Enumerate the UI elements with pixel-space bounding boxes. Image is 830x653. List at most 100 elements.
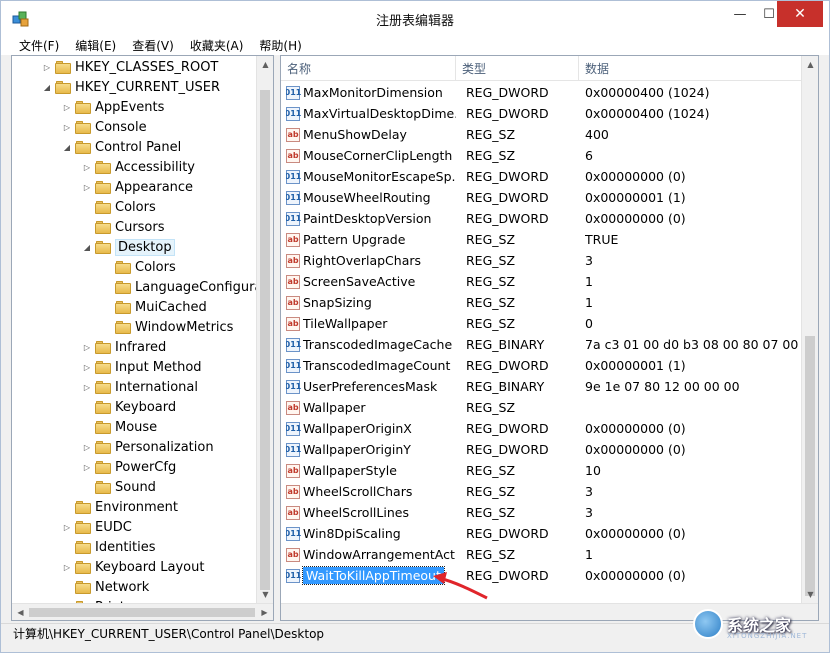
tree-horizontal-scrollbar[interactable]: ◀ ▶	[12, 603, 273, 620]
value-row[interactable]: 011 Win8DpiScaling REG_DWORD 0x00000000 (0)	[281, 523, 802, 544]
scroll-down-arrow-icon[interactable]: ▼	[257, 586, 273, 603]
expand-arrow-icon[interactable]: ▷	[62, 523, 72, 532]
value-row[interactable]: ab Wallpaper REG_SZ	[281, 397, 802, 418]
list-vertical-scroll-thumb[interactable]	[805, 336, 815, 596]
values-list-pane[interactable]: 名称 类型 数据 011 MaxMonitorDimension REG_DWORD…	[280, 55, 819, 621]
value-row[interactable]: ab MouseCornerClipLength REG_SZ 6	[281, 145, 802, 166]
menu-view[interactable]: 查看(V)	[124, 37, 182, 54]
expand-arrow-icon[interactable]: ▷	[82, 183, 92, 192]
tree-item[interactable]: ▷ International	[82, 377, 198, 397]
tree-item[interactable]: ▷ EUDC	[62, 517, 132, 537]
value-data: 0x00000000 (0)	[585, 421, 686, 436]
value-row[interactable]: 011 MaxVirtualDesktopDime... REG_DWORD 0x00…	[281, 103, 802, 124]
tree-item[interactable]: WindowMetrics	[102, 317, 233, 337]
tree-item[interactable]: ▷ Console	[62, 117, 147, 137]
tree-item[interactable]: Environment	[62, 497, 178, 517]
tree-item[interactable]: ▷ Accessibility	[82, 157, 195, 177]
value-name: MaxVirtualDesktopDime...	[303, 106, 456, 121]
value-row[interactable]: ab Pattern Upgrade REG_SZ TRUE	[281, 229, 802, 250]
title-bar[interactable]: 注册表编辑器 — ☐ ✕	[1, 1, 829, 35]
tree-item[interactable]: ◢ Desktop	[82, 237, 175, 257]
expanded-arrow-icon[interactable]: ◢	[42, 83, 52, 92]
value-row[interactable]: ab TileWallpaper REG_SZ 0	[281, 313, 802, 334]
value-row[interactable]: 011 UserPreferencesMask REG_BINARY 9e 1e 07…	[281, 376, 802, 397]
scroll-up-arrow-icon[interactable]: ▲	[802, 56, 818, 73]
expand-arrow-icon[interactable]: ▷	[82, 463, 92, 472]
expand-arrow-icon[interactable]: ▷	[82, 443, 92, 452]
tree-item[interactable]: Sound	[82, 477, 156, 497]
value-row[interactable]: ab SnapSizing REG_SZ 1	[281, 292, 802, 313]
tree-vertical-scroll-thumb[interactable]	[260, 90, 270, 590]
tree-item[interactable]: Colors	[102, 257, 176, 277]
tree-horizontal-scroll-thumb[interactable]	[29, 608, 255, 617]
minimize-button[interactable]: —	[726, 1, 754, 27]
value-row[interactable]: 011 MouseWheelRouting REG_DWORD 0x00000001 …	[281, 187, 802, 208]
tree-item[interactable]: ▷ Input Method	[82, 357, 202, 377]
value-row[interactable]: ab RightOverlapChars REG_SZ 3	[281, 250, 802, 271]
expanded-arrow-icon[interactable]: ◢	[82, 243, 92, 252]
tree-item[interactable]: Identities	[62, 537, 156, 557]
close-button[interactable]: ✕	[777, 1, 823, 27]
tree-item[interactable]: Cursors	[82, 217, 165, 237]
binary-value-icon: 011	[286, 190, 301, 205]
value-row[interactable]: 011 TranscodedImageCache REG_BINARY 7a c3 0…	[281, 334, 802, 355]
expanded-arrow-icon[interactable]: ◢	[62, 143, 72, 152]
scroll-left-arrow-icon[interactable]: ◀	[12, 604, 29, 620]
expand-arrow-icon[interactable]: ▷	[62, 123, 72, 132]
value-row[interactable]: ab WallpaperStyle REG_SZ 10	[281, 460, 802, 481]
value-row[interactable]: ab MenuShowDelay REG_SZ 400	[281, 124, 802, 145]
expand-arrow-icon[interactable]: ▷	[62, 563, 72, 572]
folder-icon	[95, 200, 111, 214]
expand-arrow-icon[interactable]: ▷	[82, 383, 92, 392]
tree-item[interactable]: ▷ Keyboard Layout	[62, 557, 205, 577]
menu-file[interactable]: 文件(F)	[11, 37, 67, 54]
value-row[interactable]: 011 MaxMonitorDimension REG_DWORD 0x0000040…	[281, 82, 802, 103]
value-row[interactable]: 011 MouseMonitorEscapeSp... REG_DWORD 0x000…	[281, 166, 802, 187]
tree-item[interactable]: Keyboard	[82, 397, 176, 417]
tree-item[interactable]: Network	[62, 577, 149, 597]
menu-help[interactable]: 帮助(H)	[251, 37, 309, 54]
value-row[interactable]: ab WindowArrangementActi... REG_SZ 1	[281, 544, 802, 565]
value-row[interactable]: 011 WallpaperOriginX REG_DWORD 0x00000000 (…	[281, 418, 802, 439]
tree-item[interactable]: ▷ Infrared	[82, 337, 166, 357]
scroll-up-arrow-icon[interactable]: ▲	[257, 56, 273, 73]
expand-arrow-icon[interactable]: ▷	[82, 163, 92, 172]
tree-item[interactable]: ▷ PowerCfg	[82, 457, 176, 477]
value-row[interactable]: 011 PaintDesktopVersion REG_DWORD 0x0000000…	[281, 208, 802, 229]
value-name-cell: 011 WallpaperOriginY	[286, 439, 456, 460]
scroll-down-arrow-icon[interactable]: ▼	[802, 586, 818, 603]
expand-arrow-icon[interactable]: ▷	[82, 343, 92, 352]
expand-arrow-icon[interactable]: ▷	[62, 103, 72, 112]
menu-edit[interactable]: 编辑(E)	[67, 37, 124, 54]
tree-item[interactable]: ▷ HKEY_CLASSES_ROOT	[42, 57, 218, 77]
value-row[interactable]: 011 WaitToKillAppTimeout REG_DWORD 0x000000…	[281, 565, 802, 586]
column-type-header[interactable]: 类型	[456, 56, 579, 81]
column-data-header[interactable]: 数据	[579, 56, 802, 81]
value-name-cell: 011 MouseWheelRouting	[286, 187, 456, 208]
menu-favorites[interactable]: 收藏夹(A)	[182, 37, 252, 54]
folder-icon	[95, 360, 111, 374]
value-row[interactable]: ab WheelScrollLines REG_SZ 3	[281, 502, 802, 523]
tree-item[interactable]: ▷ Personalization	[82, 437, 214, 457]
tree-item[interactable]: ▷ Appearance	[82, 177, 193, 197]
tree-vertical-scrollbar[interactable]: ▲ ▼	[256, 56, 273, 603]
tree-item[interactable]: Mouse	[82, 417, 157, 437]
scroll-right-arrow-icon[interactable]: ▶	[256, 604, 273, 620]
tree-item[interactable]: Colors	[82, 197, 156, 217]
value-row[interactable]: ab ScreenSaveActive REG_SZ 1	[281, 271, 802, 292]
value-row[interactable]: 011 TranscodedImageCount REG_DWORD 0x000000…	[281, 355, 802, 376]
value-name: WallpaperStyle	[303, 463, 397, 478]
tree-item[interactable]: MuiCached	[102, 297, 207, 317]
tree-item[interactable]: LanguageConfiguratio	[102, 277, 273, 297]
value-row[interactable]: 011 WallpaperOriginY REG_DWORD 0x00000000 (…	[281, 439, 802, 460]
key-tree-pane[interactable]: ▷ HKEY_CLASSES_ROOT ◢ HKEY_CURRENT_USER ▷ App…	[11, 55, 274, 621]
expand-arrow-icon[interactable]: ▷	[42, 63, 52, 72]
value-row[interactable]: ab WheelScrollChars REG_SZ 3	[281, 481, 802, 502]
string-value-icon: ab	[286, 295, 300, 310]
column-name-header[interactable]: 名称	[281, 56, 456, 81]
tree-item[interactable]: ◢ HKEY_CURRENT_USER	[42, 77, 220, 97]
expand-arrow-icon[interactable]: ▷	[82, 363, 92, 372]
tree-item[interactable]: ◢ Control Panel	[62, 137, 181, 157]
tree-item[interactable]: ▷ AppEvents	[62, 97, 165, 117]
list-vertical-scrollbar[interactable]: ▲ ▼	[801, 56, 818, 603]
